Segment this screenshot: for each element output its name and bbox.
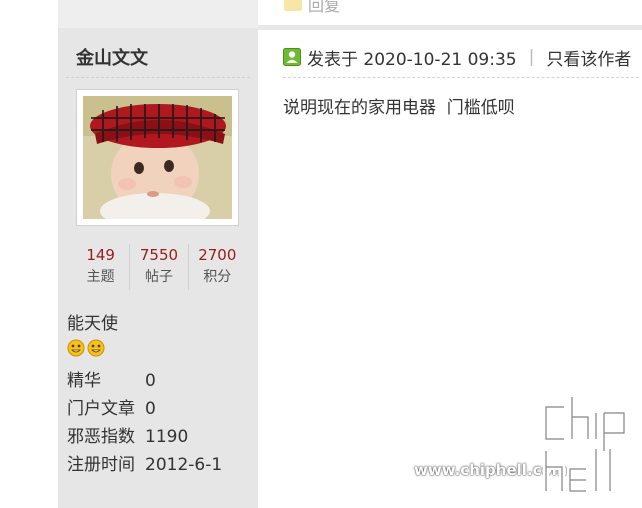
user-group[interactable]: 能天使 (67, 309, 118, 334)
stat-label: 主题 (86, 269, 115, 285)
info-key: 门户文章 (67, 399, 135, 419)
info-value: 2012-6-1 (145, 455, 223, 475)
info-key: 邪恶指数 (67, 427, 135, 447)
chiphell-logo (543, 395, 627, 494)
info-row-evil-index: 邪恶指数 1190 (67, 423, 222, 451)
post-content: 说明现在的家用电器 门槛低呗 (283, 98, 515, 118)
author-stats: 149 主题 7550 帖子 2700 积分 (72, 244, 246, 290)
info-value[interactable]: 0 (145, 395, 156, 423)
post-divider (258, 25, 642, 30)
divider (66, 77, 250, 78)
stat-credits[interactable]: 2700 积分 (187, 244, 246, 290)
stat-posts[interactable]: 7550 帖子 (129, 244, 187, 290)
stat-value: 149 (86, 246, 115, 264)
info-value[interactable]: 0 (145, 367, 156, 395)
stat-label: 积分 (203, 269, 232, 285)
info-row-articles: 门户文章 0 (67, 395, 222, 423)
badge-row (67, 339, 105, 357)
stat-label: 帖子 (144, 269, 173, 285)
smiley-icon (87, 339, 105, 357)
sidebar-top-strip (58, 0, 258, 28)
only-author-link[interactable]: 只看该作者 (546, 45, 631, 70)
info-row-digest: 精华 0 (67, 367, 222, 395)
site-watermark: www.chiphell.com (414, 395, 642, 495)
online-user-icon (283, 48, 301, 66)
avatar[interactable] (76, 89, 239, 226)
post-timestamp: 发表于 2020-10-21 09:35 (307, 49, 517, 70)
reply-icon (284, 0, 302, 11)
stat-value: 2700 (198, 246, 237, 264)
prev-reply-link[interactable]: 回复 (284, 0, 340, 16)
reply-label: 回复 (308, 0, 341, 15)
info-key: 注册时间 (67, 455, 135, 475)
info-row-register-date: 注册时间 2012-6-1 (67, 451, 222, 479)
author-info: 精华 0 门户文章 0 邪恶指数 1190 注册时间 2012-6-1 (67, 367, 222, 479)
post-header: 发表于 2020-10-21 09:35 | 只看该作者 (283, 45, 631, 70)
avatar-image (83, 96, 232, 219)
stat-topics[interactable]: 149 主题 (72, 244, 129, 290)
stat-value: 7550 (139, 246, 179, 264)
author-name[interactable]: 金山文文 (76, 44, 148, 70)
smiley-icon (67, 339, 85, 357)
page-left-margin (0, 0, 58, 508)
post-header-divider (283, 77, 639, 78)
header-separator: | (528, 47, 535, 67)
info-key: 精华 (67, 371, 101, 391)
author-sidebar: 金山文文 149 主题 7550 帖子 2700 积分 能天使 精华 0 门户文… (58, 0, 258, 508)
info-value: 1190 (145, 427, 189, 447)
